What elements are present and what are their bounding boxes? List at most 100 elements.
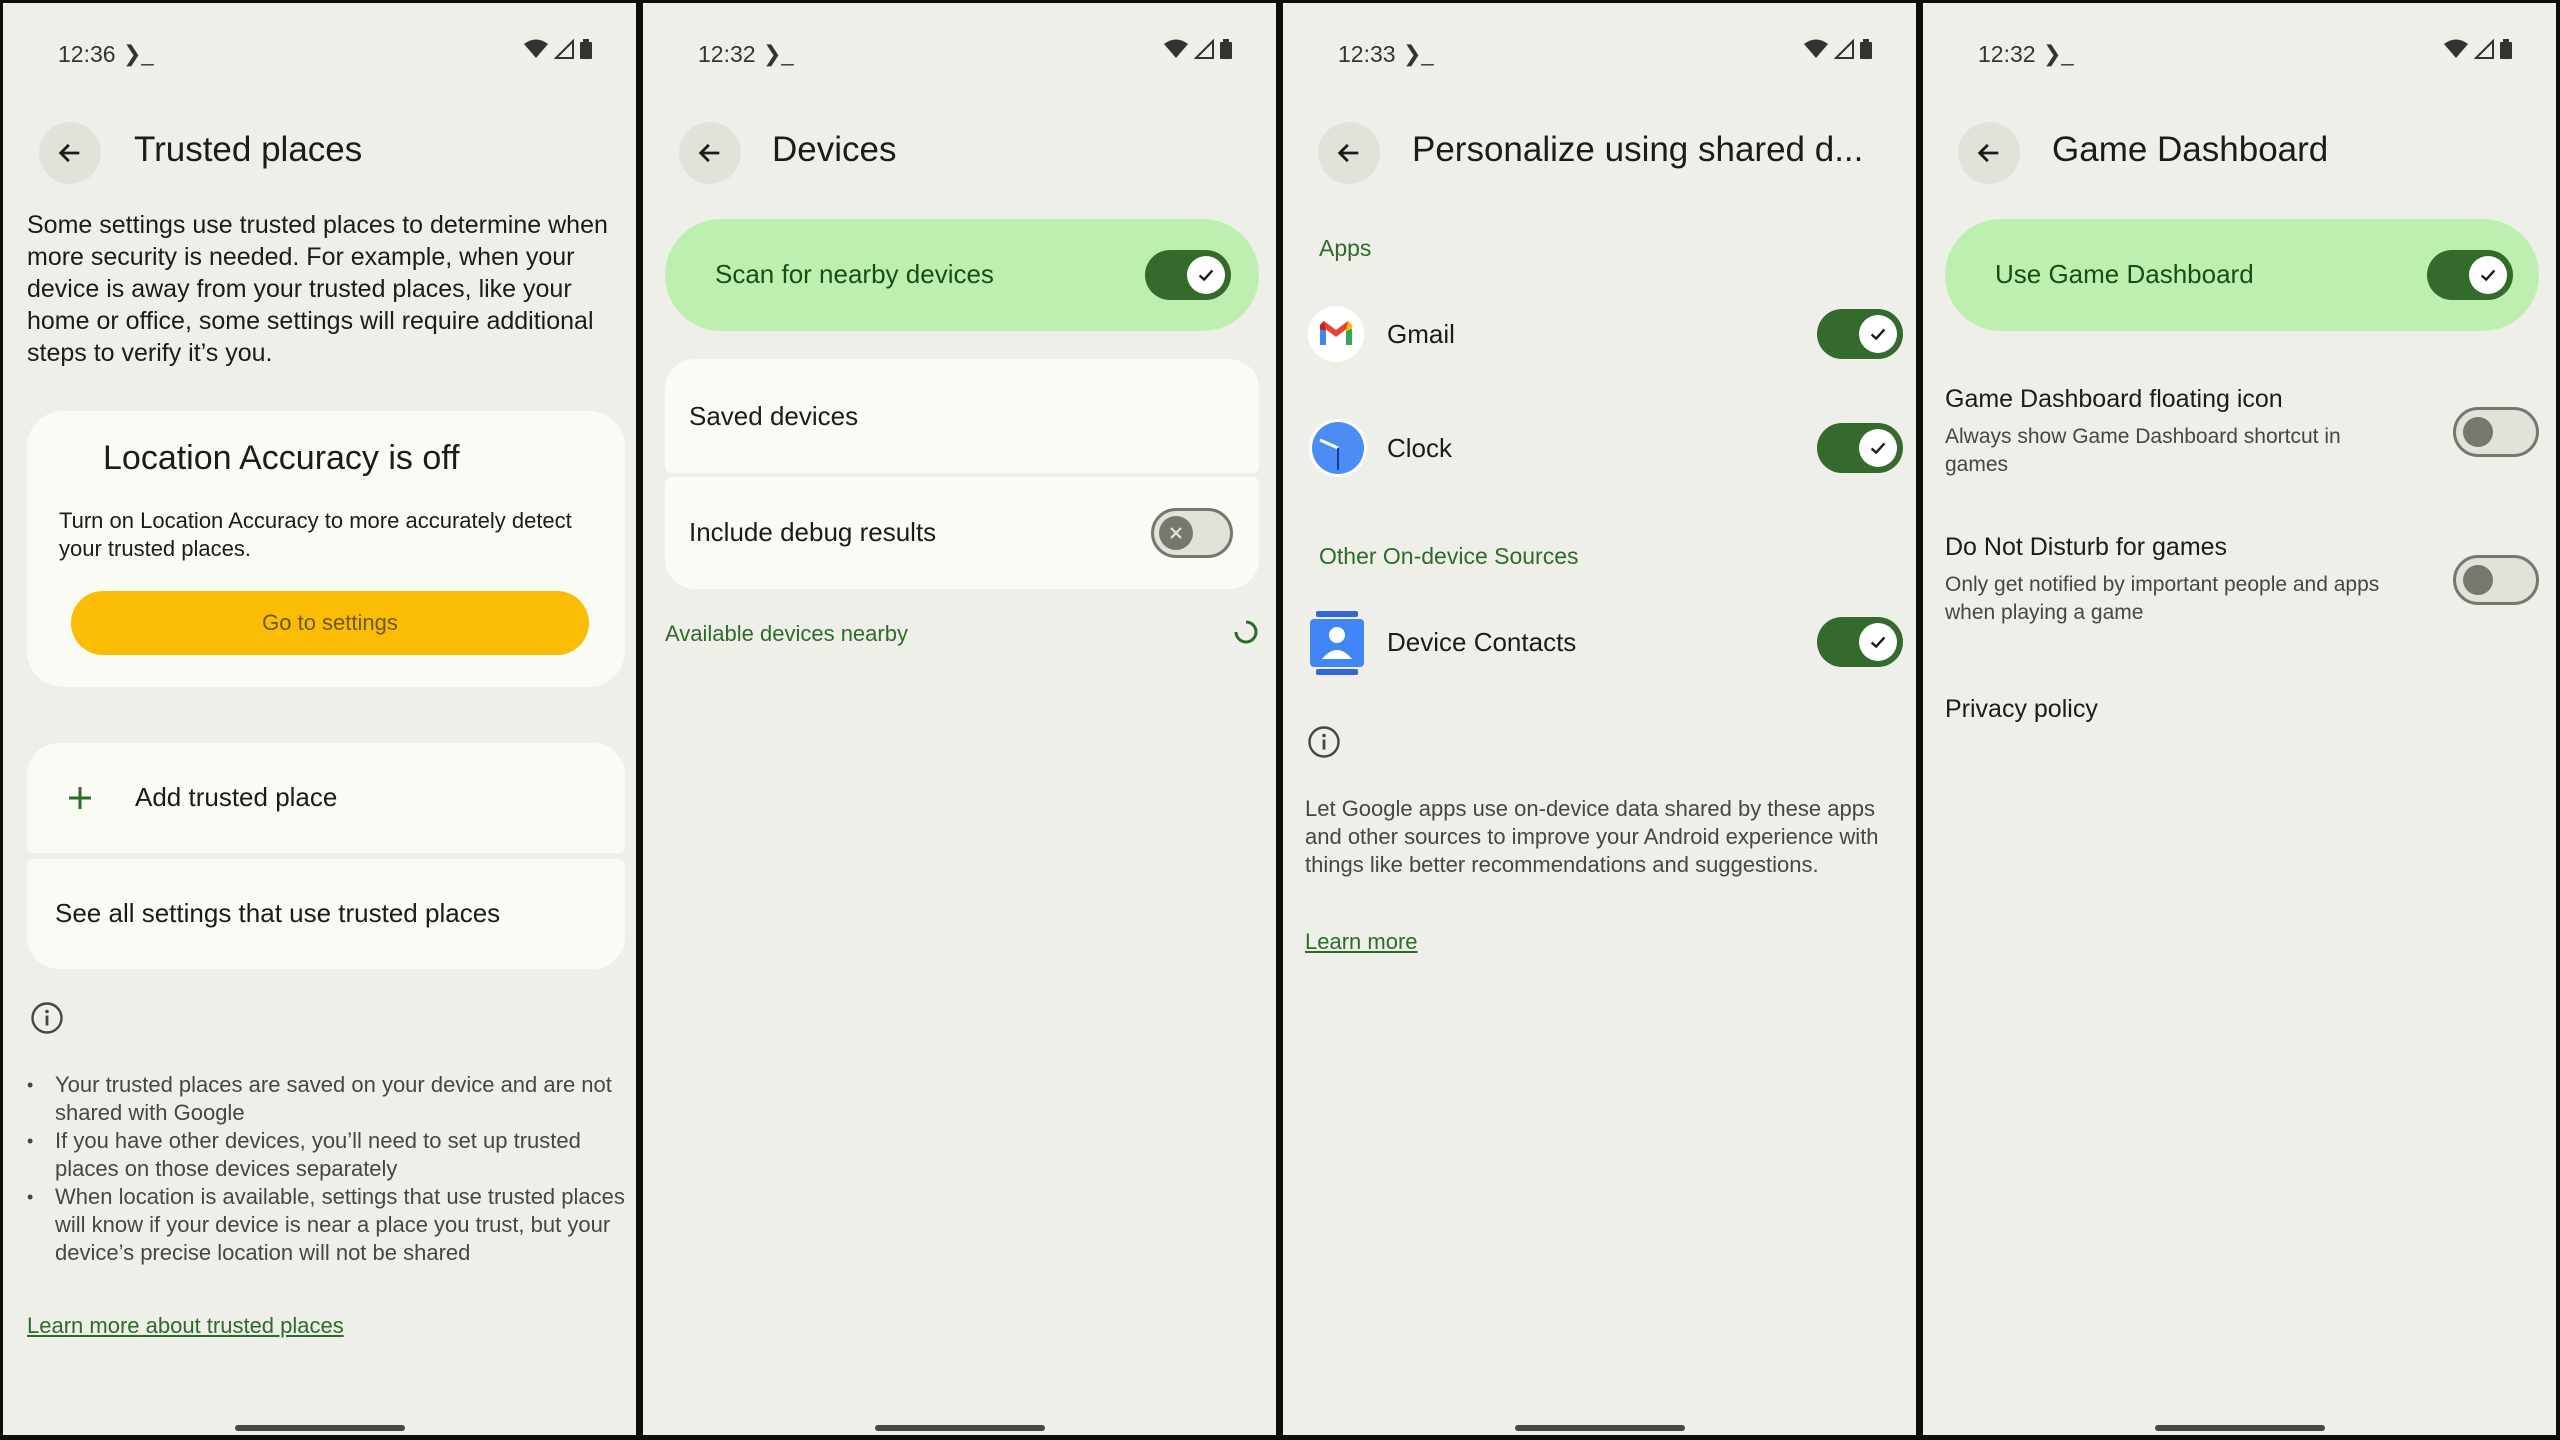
arrow-back-icon [1337, 143, 1359, 163]
check-icon [1870, 636, 1886, 649]
signal-icon [1194, 39, 1214, 59]
use-game-dashboard-switch[interactable] [2427, 250, 2513, 300]
page-title: Devices [772, 130, 897, 169]
gmail-label: Gmail [1387, 319, 1455, 349]
top-app-bar: Devices [643, 117, 1276, 187]
gesture-handle[interactable] [2154, 1425, 2325, 1431]
back-button[interactable] [679, 122, 741, 184]
floating-icon-row[interactable]: Game Dashboard floating icon Always show… [1923, 383, 2556, 483]
gesture-handle[interactable] [234, 1425, 405, 1431]
top-app-bar: Trusted places [3, 117, 636, 187]
gmail-switch[interactable] [1817, 309, 1903, 359]
include-debug-results-row[interactable]: Include debug results [665, 477, 1259, 589]
back-button[interactable] [39, 122, 101, 184]
status-bar: 12:32 ❯_ [1923, 39, 2556, 73]
gmail-row[interactable]: Gmail [1283, 299, 1916, 369]
saved-devices-item[interactable]: Saved devices [665, 359, 1259, 473]
switch-knob [2463, 565, 2493, 595]
trusted-places-notes: Your trusted places are saved on your de… [27, 1071, 627, 1267]
switch-knob [1187, 256, 1225, 294]
game-dashboard-screen: 12:32 ❯_ Game Dashboard Use Game Dashboa… [1923, 3, 2556, 1435]
terminal-icon: ❯_ [763, 41, 794, 66]
devices-screen: 12:32 ❯_ Devices Scan for nearby devices [643, 3, 1276, 1435]
system-icons [1804, 39, 1872, 59]
saved-devices-label: Saved devices [689, 401, 859, 431]
signal-icon [2474, 39, 2494, 59]
device-contacts-row[interactable]: Device Contacts [1283, 607, 1916, 677]
dnd-for-games-title: Do Not Disturb for games [1945, 533, 2228, 561]
use-game-dashboard-row[interactable]: Use Game Dashboard [1945, 219, 2539, 331]
location-accuracy-card: Location Accuracy is off Turn on Locatio… [27, 411, 625, 687]
scan-nearby-devices-label: Scan for nearby devices [715, 259, 994, 289]
clock-icon [1309, 419, 1367, 477]
switch-knob [2469, 256, 2507, 294]
top-app-bar: Personalize using shared d... [1283, 117, 1916, 187]
check-icon [1870, 328, 1886, 341]
floating-icon-title: Game Dashboard floating icon [1945, 385, 2283, 413]
use-game-dashboard-label: Use Game Dashboard [1995, 259, 2254, 289]
privacy-policy-item[interactable]: Privacy policy [1945, 695, 2098, 724]
signal-icon [554, 39, 574, 59]
add-trusted-place-item[interactable]: Add trusted place [27, 743, 625, 853]
page-title: Personalize using shared d... [1412, 130, 1864, 169]
go-to-settings-label: Go to settings [262, 610, 398, 635]
status-time: 12:32 [1978, 41, 2036, 67]
see-all-settings-label: See all settings that use trusted places [55, 898, 501, 928]
system-icons [2444, 39, 2512, 59]
battery-icon [1220, 39, 1232, 59]
wifi-icon [524, 39, 548, 58]
available-devices-header: Available devices nearby [665, 621, 908, 646]
system-icons [524, 39, 592, 59]
battery-icon [580, 39, 592, 59]
terminal-icon: ❯_ [1403, 41, 1434, 66]
contacts-icon [1310, 611, 1364, 675]
intro-text: Some settings use trusted places to dete… [27, 211, 608, 367]
location-card-body: Turn on Location Accuracy to more accura… [59, 508, 572, 561]
scan-nearby-devices-row[interactable]: Scan for nearby devices [665, 219, 1259, 331]
note-item: When location is available, settings tha… [27, 1183, 627, 1267]
gesture-handle[interactable] [874, 1425, 1045, 1431]
loading-spinner-icon [1234, 620, 1258, 644]
personalize-description: Let Google apps use on-device data share… [1305, 796, 1879, 877]
gesture-handle[interactable] [1514, 1425, 1685, 1431]
close-icon [1170, 527, 1182, 539]
wifi-icon [1804, 39, 1828, 58]
info-icon [1308, 726, 1340, 758]
signal-icon [1834, 39, 1854, 59]
switch-knob [1159, 516, 1193, 550]
top-app-bar: Game Dashboard [1923, 117, 2556, 187]
check-icon [1198, 269, 1214, 282]
status-bar: 12:33 ❯_ [1283, 39, 1916, 73]
dnd-for-games-subtitle: Only get notified by important people an… [1945, 573, 2380, 624]
floating-icon-subtitle: Always show Game Dashboard shortcut in g… [1945, 425, 2341, 476]
dnd-for-games-row[interactable]: Do Not Disturb for games Only get notifi… [1923, 531, 2556, 631]
clock-row[interactable]: Clock [1283, 413, 1916, 483]
go-to-settings-button[interactable]: Go to settings [71, 591, 589, 655]
device-contacts-switch[interactable] [1817, 617, 1903, 667]
battery-icon [2500, 39, 2512, 59]
apps-section-header: Apps [1319, 235, 1372, 261]
back-button[interactable] [1318, 122, 1380, 184]
note-item: Your trusted places are saved on your de… [27, 1071, 627, 1127]
wifi-icon [1164, 39, 1188, 58]
learn-more-trusted-places-link[interactable]: Learn more about trusted places [27, 1313, 344, 1339]
back-button[interactable] [1958, 122, 2020, 184]
switch-knob [1859, 315, 1897, 353]
scan-nearby-devices-switch[interactable] [1145, 250, 1231, 300]
note-item: If you have other devices, you’ll need t… [27, 1127, 627, 1183]
dnd-for-games-switch[interactable] [2453, 555, 2539, 605]
switch-knob [1859, 623, 1897, 661]
see-all-settings-item[interactable]: See all settings that use trusted places [27, 859, 625, 969]
device-contacts-label: Device Contacts [1387, 627, 1577, 657]
include-debug-results-label: Include debug results [689, 517, 937, 547]
clock-switch[interactable] [1817, 423, 1903, 473]
arrow-back-icon [58, 143, 80, 163]
battery-icon [1860, 39, 1872, 59]
learn-more-link[interactable]: Learn more [1305, 929, 1418, 955]
system-icons [1164, 39, 1232, 59]
floating-icon-switch[interactable] [2453, 407, 2539, 457]
status-time: 12:32 [698, 41, 756, 67]
include-debug-results-switch[interactable] [1151, 508, 1233, 558]
trusted-places-screen: 12:36 ❯_ Trusted places Some settings us… [3, 3, 636, 1435]
gmail-icon [1308, 306, 1364, 362]
